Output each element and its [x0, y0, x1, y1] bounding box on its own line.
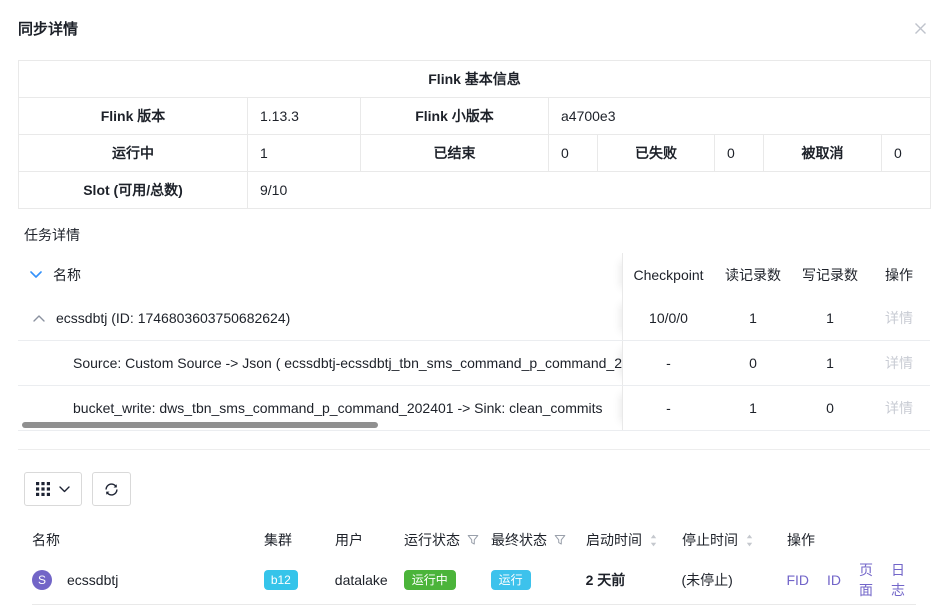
canceled-value: 0 — [882, 135, 931, 172]
flink-info-table: Flink 基本信息 Flink 版本 1.13.3 Flink 小版本 a47… — [18, 60, 931, 209]
task-detail-section-title: 任务详情 — [24, 225, 930, 245]
task-col-action: 操作 — [868, 253, 930, 296]
cluster-badge: b12 — [264, 570, 298, 590]
job-col-cluster: 集群 — [264, 530, 335, 550]
flink-info-title: Flink 基本信息 — [19, 61, 931, 98]
sync-detail-drawer: 同步详情 Flink 基本信息 Flink 版本 1.13.3 Flink 小版… — [0, 0, 948, 605]
job-table-header: 名称 集群 用户 运行状态 最终状态 启动时间 — [32, 524, 916, 556]
task-name: Source: Custom Source -> Json ( ecssdbtj… — [73, 355, 622, 371]
refresh-icon — [104, 482, 119, 497]
task-checkpoint: 10/0/0 — [622, 296, 714, 340]
drawer-header: 同步详情 — [18, 0, 930, 39]
job-col-action: 操作 — [787, 530, 916, 550]
task-name: ecssdbtj (ID: 1746803603750682624) — [56, 310, 290, 326]
running-value: 1 — [248, 135, 361, 172]
task-read-count: 0 — [714, 341, 792, 385]
task-write-count: 0 — [792, 386, 868, 430]
job-start-time: 2 天前 — [586, 570, 682, 590]
fid-link[interactable]: FID — [786, 572, 809, 588]
sort-icon[interactable] — [649, 533, 658, 548]
horizontal-scrollbar-thumb[interactable] — [22, 422, 378, 428]
task-row-source: Source: Custom Source -> Json ( ecssdbtj… — [18, 341, 930, 386]
task-table: 名称 Checkpoint 读记录数 写记录数 操作 ecssdbtj (ID:… — [18, 253, 930, 431]
task-col-write: 写记录数 — [792, 253, 868, 296]
job-user: datalake — [335, 572, 404, 588]
task-checkpoint: - — [622, 386, 714, 430]
flink-version-value: 1.13.3 — [248, 98, 361, 135]
task-row-job: ecssdbtj (ID: 1746803603750682624) 10/0/… — [18, 296, 930, 341]
task-name: bucket_write: dws_tbn_sms_command_p_comm… — [73, 400, 603, 416]
chevron-down-icon — [59, 486, 70, 493]
page-link[interactable]: 页面 — [859, 560, 873, 600]
job-row: S ecssdbtj b12 datalake 运行中 运行 2 天前 (未停止… — [32, 556, 916, 605]
slot-label: Slot (可用/总数) — [19, 172, 248, 209]
avatar: S — [32, 570, 52, 590]
flink-minor-version-label: Flink 小版本 — [361, 98, 549, 135]
filter-icon[interactable] — [467, 534, 479, 546]
run-status-badge: 运行中 — [404, 570, 456, 590]
task-detail-link[interactable]: 详情 — [885, 398, 913, 418]
task-read-count: 1 — [714, 386, 792, 430]
task-col-name: 名称 — [53, 265, 81, 285]
log-link[interactable]: 日志 — [891, 560, 905, 600]
task-detail-link[interactable]: 详情 — [885, 308, 913, 328]
job-col-start-time: 启动时间 — [586, 530, 642, 550]
chevron-down-icon — [30, 271, 42, 279]
task-write-count: 1 — [792, 296, 868, 340]
job-col-run-status: 运行状态 — [404, 530, 460, 550]
close-button[interactable] — [911, 19, 930, 38]
job-name: ecssdbtj — [67, 572, 118, 588]
flink-minor-version-value: a4700e3 — [549, 98, 931, 135]
sort-icon[interactable] — [745, 533, 754, 548]
chevron-up-icon — [33, 314, 45, 322]
job-stop-time: (未停止) — [682, 570, 787, 590]
task-write-count: 1 — [792, 341, 868, 385]
id-link[interactable]: ID — [827, 572, 841, 588]
job-table: 名称 集群 用户 运行状态 最终状态 启动时间 — [18, 524, 930, 605]
column-settings-button[interactable] — [24, 472, 82, 506]
divider — [18, 449, 930, 450]
grid-icon — [36, 482, 50, 496]
task-table-header: 名称 Checkpoint 读记录数 写记录数 操作 — [18, 253, 930, 296]
collapse-all-button[interactable] — [30, 271, 42, 279]
job-col-user: 用户 — [335, 530, 404, 550]
task-read-count: 1 — [714, 296, 792, 340]
task-col-read: 读记录数 — [714, 253, 792, 296]
slot-value: 9/10 — [248, 172, 931, 209]
finished-label: 已结束 — [361, 135, 549, 172]
task-detail-link[interactable]: 详情 — [885, 353, 913, 373]
job-col-name: 名称 — [32, 530, 264, 550]
filter-icon[interactable] — [554, 534, 566, 546]
final-status-badge: 运行 — [491, 570, 531, 590]
finished-value: 0 — [549, 135, 598, 172]
refresh-button[interactable] — [92, 472, 131, 506]
running-label: 运行中 — [19, 135, 248, 172]
job-col-stop-time: 停止时间 — [682, 530, 738, 550]
canceled-label: 被取消 — [764, 135, 882, 172]
failed-value: 0 — [715, 135, 764, 172]
task-checkpoint: - — [622, 341, 714, 385]
toolbar — [18, 472, 930, 506]
collapse-row-button[interactable] — [33, 314, 45, 322]
job-col-final-status: 最终状态 — [491, 530, 547, 550]
task-col-checkpoint: Checkpoint — [622, 253, 714, 296]
failed-label: 已失败 — [598, 135, 715, 172]
close-icon — [913, 21, 928, 36]
page-title: 同步详情 — [18, 18, 78, 39]
flink-version-label: Flink 版本 — [19, 98, 248, 135]
job-actions: FID ID 页面 日志 — [786, 560, 916, 600]
